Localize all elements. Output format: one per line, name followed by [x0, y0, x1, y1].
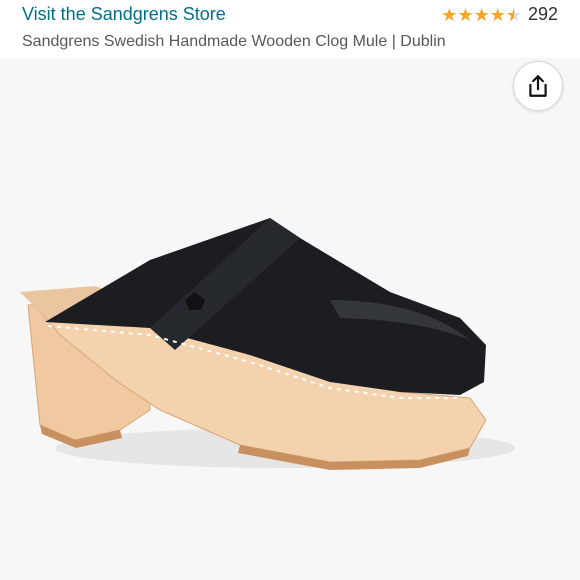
- share-icon: [529, 75, 547, 97]
- star-rating-fill: ★★★★★: [441, 4, 514, 25]
- share-button[interactable]: [513, 61, 563, 111]
- store-link[interactable]: Visit the Sandgrens Store: [22, 4, 226, 25]
- rating-count[interactable]: 292: [528, 4, 558, 25]
- product-header: Visit the Sandgrens Store ★★★★★ ★★★★★ 29…: [0, 0, 580, 58]
- rating-summary[interactable]: ★★★★★ ★★★★★ 292: [441, 4, 558, 25]
- product-page: Visit the Sandgrens Store ★★★★★ ★★★★★ 29…: [0, 0, 580, 580]
- product-image[interactable]: [0, 58, 580, 580]
- product-title: Sandgrens Swedish Handmade Wooden Clog M…: [22, 33, 446, 50]
- star-rating: ★★★★★ ★★★★★: [441, 5, 522, 25]
- product-image-panel[interactable]: [0, 58, 580, 580]
